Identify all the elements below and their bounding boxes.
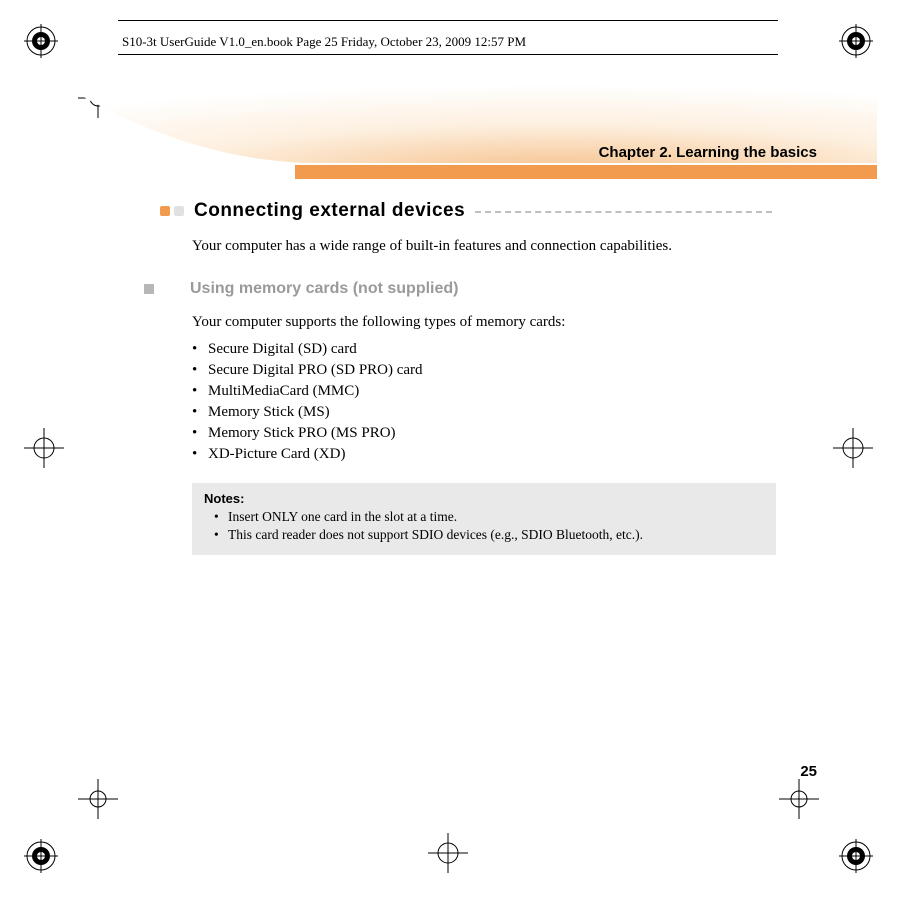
notes-item: Insert ONLY one card in the slot at a ti… bbox=[204, 508, 764, 526]
support-line: Your computer supports the following typ… bbox=[192, 314, 772, 331]
crosshair-icon bbox=[779, 779, 819, 819]
header-gradient bbox=[80, 65, 877, 180]
list-item: XD-Picture Card (XD) bbox=[192, 444, 772, 465]
section-heading-row: Connecting external devices bbox=[160, 200, 772, 222]
bullet-accent-icon bbox=[160, 206, 170, 216]
registration-mark-icon bbox=[24, 839, 58, 873]
list-item: Secure Digital PRO (SD PRO) card bbox=[192, 360, 772, 381]
memory-card-list: Secure Digital (SD) card Secure Digital … bbox=[192, 339, 772, 465]
notes-item: This card reader does not support SDIO d… bbox=[204, 526, 764, 544]
page-content: Connecting external devices Your compute… bbox=[192, 200, 772, 555]
notes-title: Notes: bbox=[204, 491, 764, 506]
crosshair-icon bbox=[428, 833, 468, 873]
doc-header-strip: S10-3t UserGuide V1.0_en.book Page 25 Fr… bbox=[122, 33, 526, 51]
registration-mark-icon bbox=[839, 839, 873, 873]
bullet-accent-icon bbox=[174, 206, 184, 216]
crosshair-icon bbox=[833, 428, 873, 468]
list-item: Secure Digital (SD) card bbox=[192, 339, 772, 360]
crosshair-icon bbox=[24, 428, 64, 468]
header-accent-bar bbox=[295, 165, 877, 179]
subsection-bullet-icon bbox=[144, 284, 154, 294]
list-item: MultiMediaCard (MMC) bbox=[192, 381, 772, 402]
page-number: 25 bbox=[800, 763, 817, 780]
trim-line bbox=[118, 54, 778, 55]
subsection-title: Using memory cards (not supplied) bbox=[190, 280, 458, 298]
list-item: Memory Stick PRO (MS PRO) bbox=[192, 423, 772, 444]
section-intro: Your computer has a wide range of built-… bbox=[192, 236, 772, 256]
crosshair-icon bbox=[78, 779, 118, 819]
section-divider bbox=[475, 211, 772, 213]
section-title: Connecting external devices bbox=[194, 200, 465, 222]
registration-mark-icon bbox=[839, 24, 873, 58]
notes-box: Notes: Insert ONLY one card in the slot … bbox=[192, 483, 776, 554]
list-item: Memory Stick (MS) bbox=[192, 402, 772, 423]
chapter-title: Chapter 2. Learning the basics bbox=[599, 144, 817, 161]
trim-line bbox=[118, 20, 778, 21]
subsection-heading-row: Using memory cards (not supplied) bbox=[144, 280, 772, 298]
registration-mark-icon bbox=[24, 24, 58, 58]
